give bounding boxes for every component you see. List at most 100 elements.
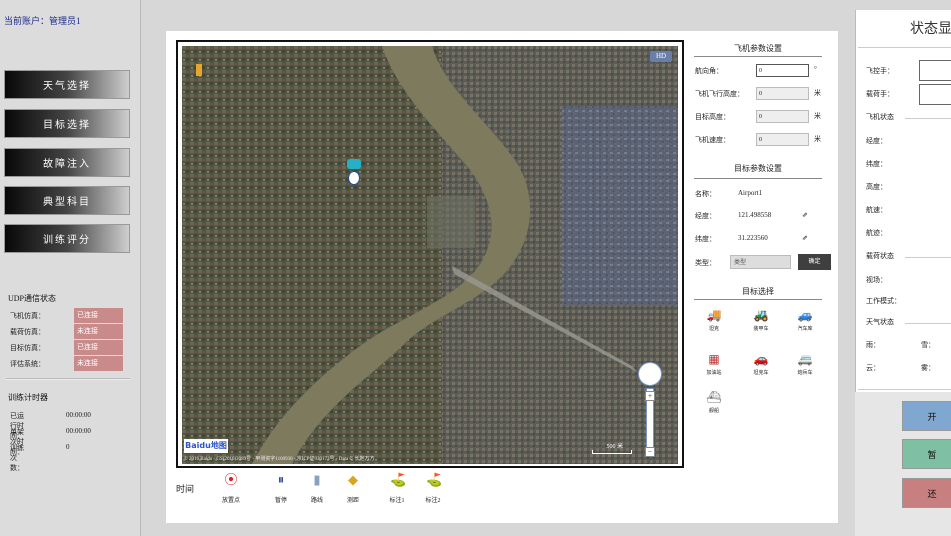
weather-rain-label: 雨： <box>866 341 880 349</box>
map-scale-label: 500 米 <box>606 444 623 450</box>
hd-badge[interactable]: HD <box>650 51 672 62</box>
speed-field-row: 飞机速度： 0 米 <box>695 133 821 146</box>
status-title: 状态显示 <box>910 21 951 37</box>
target-name-row: 名称： Airport1 <box>695 189 763 198</box>
target-lng-row: 经度： 121.498558 ⇗ <box>695 211 808 220</box>
reset-button[interactable]: 还 <box>902 478 951 508</box>
target-type-select[interactable]: 类型 <box>730 255 791 269</box>
flight-params-title: 飞机参数设置 <box>734 44 782 53</box>
gas-station-icon: ▦ <box>708 352 720 366</box>
toolbar-label: 时间 <box>176 484 195 494</box>
measure-icon: ◆ <box>348 472 358 487</box>
garage-icon: 🚙 <box>797 308 813 322</box>
ship-icon: ⛴ <box>706 390 722 404</box>
divider <box>858 389 951 390</box>
status-row: 纬度： <box>866 160 887 168</box>
target-item-tankcar[interactable]: 🚗 坦克车 <box>744 352 778 376</box>
payload-state-title: 载荷状态 <box>866 252 894 260</box>
car-icon: 🚗 <box>753 352 769 366</box>
status-row: 视场： <box>866 276 887 284</box>
route-icon: ▮ <box>313 472 321 487</box>
armored-vehicle-icon: 🚜 <box>753 308 769 322</box>
tool-mark-1[interactable]: ⛳ 标注1 <box>380 472 414 504</box>
weather-snow-label: 雪： <box>921 341 935 349</box>
weather-cloud-label: 云： <box>866 364 880 372</box>
nav-weather-button[interactable]: 天气选择 <box>4 70 130 99</box>
target-name-value: Airport1 <box>738 189 763 197</box>
divider <box>694 299 822 300</box>
plane-state-title: 飞机状态 <box>866 113 894 121</box>
status-row: 经度： <box>866 137 887 145</box>
divider <box>694 178 822 179</box>
speed-input[interactable]: 0 <box>756 133 809 146</box>
street-view-icon[interactable] <box>196 64 202 76</box>
pick-location-icon[interactable]: ⇗ <box>802 234 808 242</box>
pause-button[interactable]: 暂 <box>902 439 951 469</box>
status-badge: 未连接 <box>74 356 123 371</box>
status-badge: 未连接 <box>74 324 123 339</box>
payload-controller-input[interactable] <box>919 84 951 105</box>
target-altitude-field-row: 目标高度： 0 米 <box>695 110 821 123</box>
tool-place-point[interactable]: ⦿ 放置点 <box>214 472 248 504</box>
confirm-button[interactable]: 确定 <box>798 254 831 270</box>
map-attribution: © 2016 Baidu - GS(2016)2089号 - 甲测资字11009… <box>184 457 375 462</box>
divider <box>858 47 951 48</box>
map-toolbar: 时间 ⦿ 放置点 ⏸ 暂停 ▮ 路线 ◆ 测距 ⛳ 标注1 ⛳ 标注2 <box>176 472 456 508</box>
status-row: 航迹： <box>866 229 887 237</box>
vehicle-marker-icon[interactable] <box>347 159 361 169</box>
divider <box>6 378 130 380</box>
map-scale-bar <box>592 450 632 454</box>
zoom-out-icon[interactable]: − <box>645 447 655 457</box>
target-altitude-input[interactable]: 0 <box>756 110 809 123</box>
target-lat-row: 纬度： 31.223560 ⇗ <box>695 234 808 243</box>
tool-mark-2[interactable]: ⛳ 标注2 <box>416 472 450 504</box>
altitude-field-row: 飞机飞行高度： 0 米 <box>695 87 821 100</box>
nav-fault-button[interactable]: 故障注入 <box>4 148 130 177</box>
flag-icon: ⛳ <box>390 472 407 487</box>
status-row: 高度： <box>866 183 887 191</box>
map-image <box>182 46 678 464</box>
divider <box>905 257 951 258</box>
current-user: 当前账户：管理员1 <box>4 16 81 26</box>
timer-title: 训练计时器 <box>8 393 48 402</box>
plane-controller-input[interactable] <box>919 60 951 81</box>
target-item-ship[interactable]: ⛴ 舰船 <box>697 390 731 414</box>
tool-pause[interactable]: ⏸ 暂停 <box>264 472 298 504</box>
tool-route[interactable]: ▮ 路线 <box>300 472 334 504</box>
start-button[interactable]: 开 <box>902 401 951 431</box>
zoom-in-icon[interactable]: + <box>645 391 655 401</box>
nav-subject-button[interactable]: 典型科目 <box>4 186 130 215</box>
altitude-input[interactable]: 0 <box>756 87 809 100</box>
artillery-icon: 🚐 <box>797 352 813 366</box>
payload-controller-label: 载荷手： <box>866 90 894 98</box>
target-item-artillery[interactable]: 🚐 炮兵车 <box>788 352 822 376</box>
map-pan-control[interactable] <box>638 362 662 386</box>
divider <box>905 118 951 119</box>
target-item-tank[interactable]: 🚚 坦克 <box>697 308 731 332</box>
status-row: 航速： <box>866 206 887 214</box>
heading-field-row: 航向角： 0 ° <box>695 64 817 77</box>
target-item-garage[interactable]: 🚙 汽车库 <box>788 308 822 332</box>
nav-target-button[interactable]: 目标选择 <box>4 109 130 138</box>
plane-controller-label: 飞控手： <box>866 67 894 75</box>
map-pin-icon: ⦿ <box>224 472 238 487</box>
weather-fog-label: 雾： <box>921 364 935 372</box>
target-item-gas[interactable]: ▦ 加油站 <box>697 352 731 376</box>
weather-state-title: 天气状态 <box>866 318 894 326</box>
satellite-map[interactable]: HD Baidu地图 © 2016 Baidu - GS(2016)2089号 … <box>182 46 678 464</box>
pick-location-icon[interactable]: ⇗ <box>802 211 808 219</box>
divider <box>905 323 951 324</box>
pause-icon: ⏸ <box>277 472 285 487</box>
status-row: 工作模式： <box>866 297 901 305</box>
aircraft-marker-icon[interactable] <box>348 171 360 185</box>
heading-input[interactable]: 0 <box>756 64 809 77</box>
divider <box>694 56 822 57</box>
udp-status-title: UDP通信状态 <box>8 294 57 303</box>
tool-measure[interactable]: ◆ 测距 <box>336 472 370 504</box>
target-lng-value: 121.498558 <box>738 211 772 219</box>
nav-score-button[interactable]: 训练评分 <box>4 224 130 253</box>
tank-icon: 🚚 <box>706 308 722 322</box>
baidu-logo: Baidu地图 <box>184 439 228 453</box>
target-item-armored[interactable]: 🚜 装甲车 <box>744 308 778 332</box>
udp-row: 飞机仿真： 已连接 <box>10 308 123 323</box>
